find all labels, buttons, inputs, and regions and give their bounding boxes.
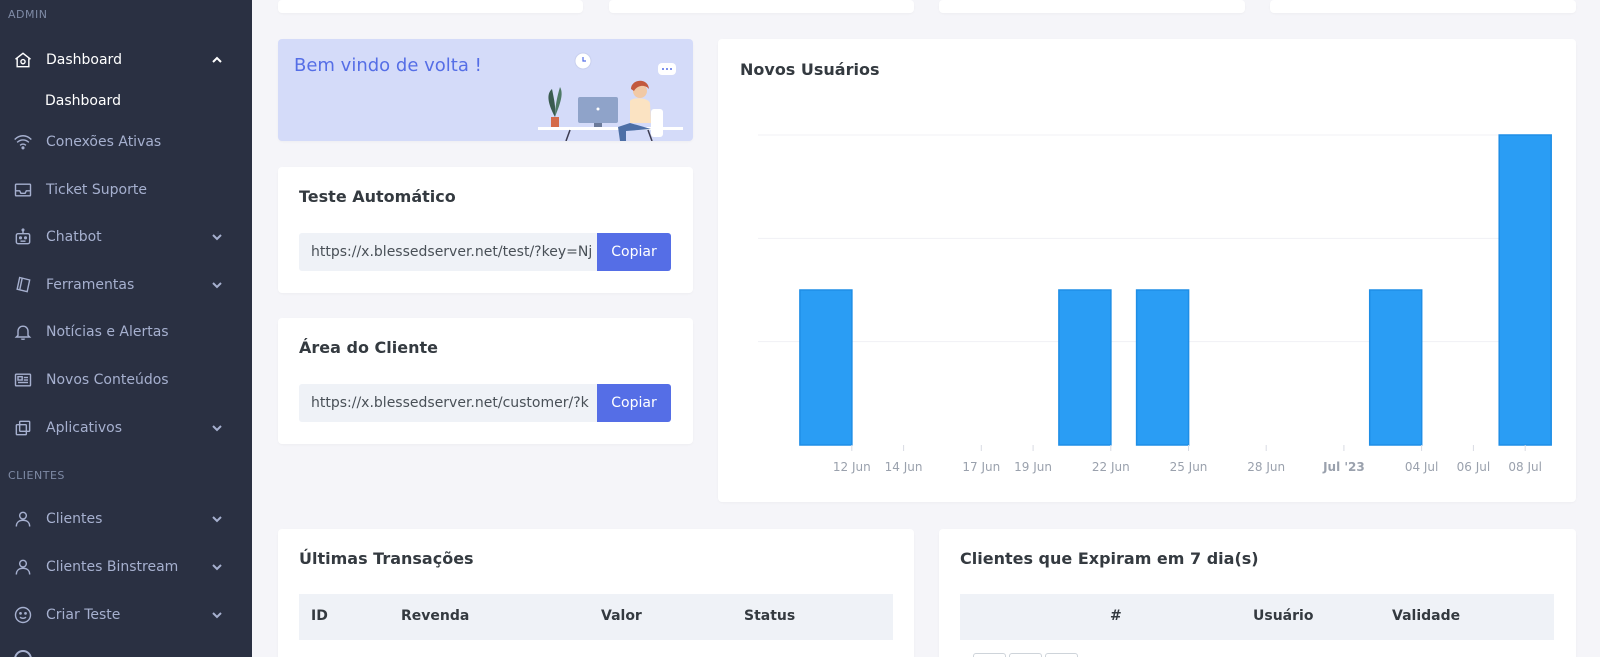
- copy-icon: [12, 417, 34, 439]
- stat-card-4: [1270, 0, 1576, 13]
- expiring-clients-card: Clientes que Expiram em 7 dia(s) # Usuár…: [939, 529, 1576, 657]
- chart-x-tick-label: 17 Jun: [962, 460, 1000, 474]
- new-users-chart-card: Novos Usuários 12 Jun 14 Jun 17 Jun 19 Jun 2…: [718, 39, 1576, 502]
- news-icon: [12, 369, 34, 391]
- chart-x-tick-label: 22 Jun: [1092, 460, 1130, 474]
- chart-bar[interactable]: [1135, 289, 1190, 446]
- sidebar-item-label: Novos Conteúdos: [46, 372, 169, 388]
- auto-test-copy-button[interactable]: Copiar: [597, 233, 671, 271]
- auto-test-url-input[interactable]: https://x.blessedserver.net/test/?key=Nj: [299, 233, 597, 271]
- chart-x-tick-label: 19 Jun: [1014, 460, 1052, 474]
- wifi-icon: [12, 131, 34, 153]
- chart-x-tick-label: 25 Jun: [1170, 460, 1208, 474]
- chevron-down-icon: [210, 560, 224, 574]
- sidebar-item-label: Chatbot: [46, 229, 102, 246]
- sidebar-item-label: Conexões Ativas: [46, 134, 162, 150]
- chart-x-tick-label: 14 Jun: [885, 460, 923, 474]
- transactions-table-header: ID Revenda Valor Status: [299, 594, 893, 640]
- chart-x-tick-label: 08 Jul: [1508, 460, 1542, 474]
- stat-card-3: [939, 0, 1245, 13]
- cut-off-icon: [14, 650, 32, 657]
- action-button-3[interactable]: [1045, 653, 1078, 657]
- menu-title-admin: ADMIN: [8, 8, 48, 21]
- sidebar-item-ticket-suporte[interactable]: Ticket Suporte: [0, 170, 252, 210]
- client-area-title: Área do Cliente: [299, 338, 438, 357]
- chart-x-tick-label: 28 Jun: [1247, 460, 1285, 474]
- chart-x-tick-label: 06 Jul: [1457, 460, 1491, 474]
- sidebar-item-criar-teste[interactable]: Criar Teste: [0, 595, 252, 635]
- smile-icon: [12, 604, 34, 626]
- chart-bar[interactable]: [1368, 289, 1423, 446]
- chevron-up-icon: [210, 53, 224, 67]
- column-header-validade: Validade: [1392, 608, 1461, 624]
- client-area-card: Área do Cliente https://x.blessedserver.…: [278, 318, 693, 444]
- inbox-icon: [12, 179, 34, 201]
- sidebar-item-chatbot[interactable]: Chatbot: [0, 217, 252, 257]
- transactions-card: Últimas Transações ID Revenda Valor Stat…: [278, 529, 914, 657]
- user-icon: [12, 508, 34, 530]
- client-area-url-input[interactable]: https://x.blessedserver.net/customer/?k: [299, 384, 597, 422]
- user-icon: [12, 556, 34, 578]
- sidebar-item-label: Notícias e Alertas: [46, 324, 169, 341]
- welcome-card: Bem vindo de volta !: [278, 39, 693, 141]
- stat-card-2: [609, 0, 914, 13]
- chevron-down-icon: [210, 230, 224, 244]
- chart-x-tick-label: Jul '23: [1322, 460, 1365, 474]
- sidebar-item-label: Clientes Binstream: [46, 559, 179, 575]
- auto-test-title: Teste Automático: [299, 187, 456, 206]
- column-header-valor: Valor: [601, 608, 642, 624]
- sidebar-item-label: Dashboard: [46, 52, 122, 68]
- expiring-title: Clientes que Expiram em 7 dia(s): [960, 549, 1259, 568]
- chart-x-tick-label: 12 Jun: [833, 460, 871, 474]
- client-area-copy-button[interactable]: Copiar: [597, 384, 671, 422]
- sidebar-item-noticias-e-alertas[interactable]: Notícias e Alertas: [0, 312, 252, 352]
- auto-test-card: Teste Automático https://x.blessedserver…: [278, 167, 693, 293]
- robot-icon: [12, 226, 34, 248]
- column-header-id: ID: [311, 608, 328, 624]
- expiring-table-header: # Usuário Validade: [960, 594, 1554, 640]
- profile-illustration: [538, 52, 683, 141]
- new-users-bar-chart: 12 Jun 14 Jun 17 Jun 19 Jun 22 Jun 25 Jun 28 J…: [758, 134, 1552, 474]
- stat-card-1: [278, 0, 583, 13]
- sidebar-item-label: Clientes: [46, 511, 103, 527]
- sidebar-subitem-dashboard[interactable]: Dashboard: [45, 93, 121, 109]
- column-header-status: Status: [744, 608, 796, 624]
- sidebar: ADMIN Dashboard Dashboard Conexões Ativa…: [0, 0, 252, 657]
- column-header-revenda: Revenda: [401, 608, 470, 624]
- eraser-icon: [12, 274, 34, 296]
- chart-bar[interactable]: [1498, 134, 1552, 446]
- sidebar-item-label: Aplicativos: [46, 419, 123, 436]
- menu-title-clients: CLIENTES: [8, 469, 65, 482]
- sidebar-item-aplicativos[interactable]: Aplicativos: [0, 408, 252, 448]
- bell-icon: [12, 321, 34, 343]
- home-icon: [12, 49, 34, 71]
- chevron-down-icon: [210, 512, 224, 526]
- auto-test-copy-group: https://x.blessedserver.net/test/?key=Nj…: [299, 233, 671, 271]
- sidebar-item-clientes-binstream[interactable]: Clientes Binstream: [0, 547, 252, 587]
- sidebar-item-conexoes-ativas[interactable]: Conexões Ativas: [0, 122, 252, 162]
- action-button-1[interactable]: [973, 653, 1006, 657]
- sidebar-item-novos-conteudos[interactable]: Novos Conteúdos: [0, 360, 252, 400]
- chevron-down-icon: [210, 278, 224, 292]
- chart-bar[interactable]: [799, 289, 853, 446]
- sidebar-item-ferramentas[interactable]: Ferramentas: [0, 265, 252, 305]
- chevron-down-icon: [210, 421, 224, 435]
- client-area-copy-group: https://x.blessedserver.net/customer/?k …: [299, 384, 671, 422]
- column-header-usuario: Usuário: [1253, 608, 1314, 624]
- sidebar-item-label: Ticket Suporte: [46, 181, 147, 198]
- column-header-number: #: [1110, 608, 1122, 624]
- welcome-text: Bem vindo de volta !: [294, 55, 482, 76]
- sidebar-item-label: Ferramentas: [46, 276, 135, 293]
- chart-x-tick-label: 04 Jul: [1405, 460, 1439, 474]
- sidebar-item-clientes[interactable]: Clientes: [0, 499, 252, 539]
- action-button-2[interactable]: [1009, 653, 1042, 657]
- sidebar-item-dashboard[interactable]: Dashboard: [0, 40, 252, 80]
- transactions-title: Últimas Transações: [299, 549, 474, 568]
- sidebar-item-label: Criar Teste: [46, 607, 121, 623]
- chart-bar[interactable]: [1058, 289, 1112, 446]
- chevron-down-icon: [210, 608, 224, 622]
